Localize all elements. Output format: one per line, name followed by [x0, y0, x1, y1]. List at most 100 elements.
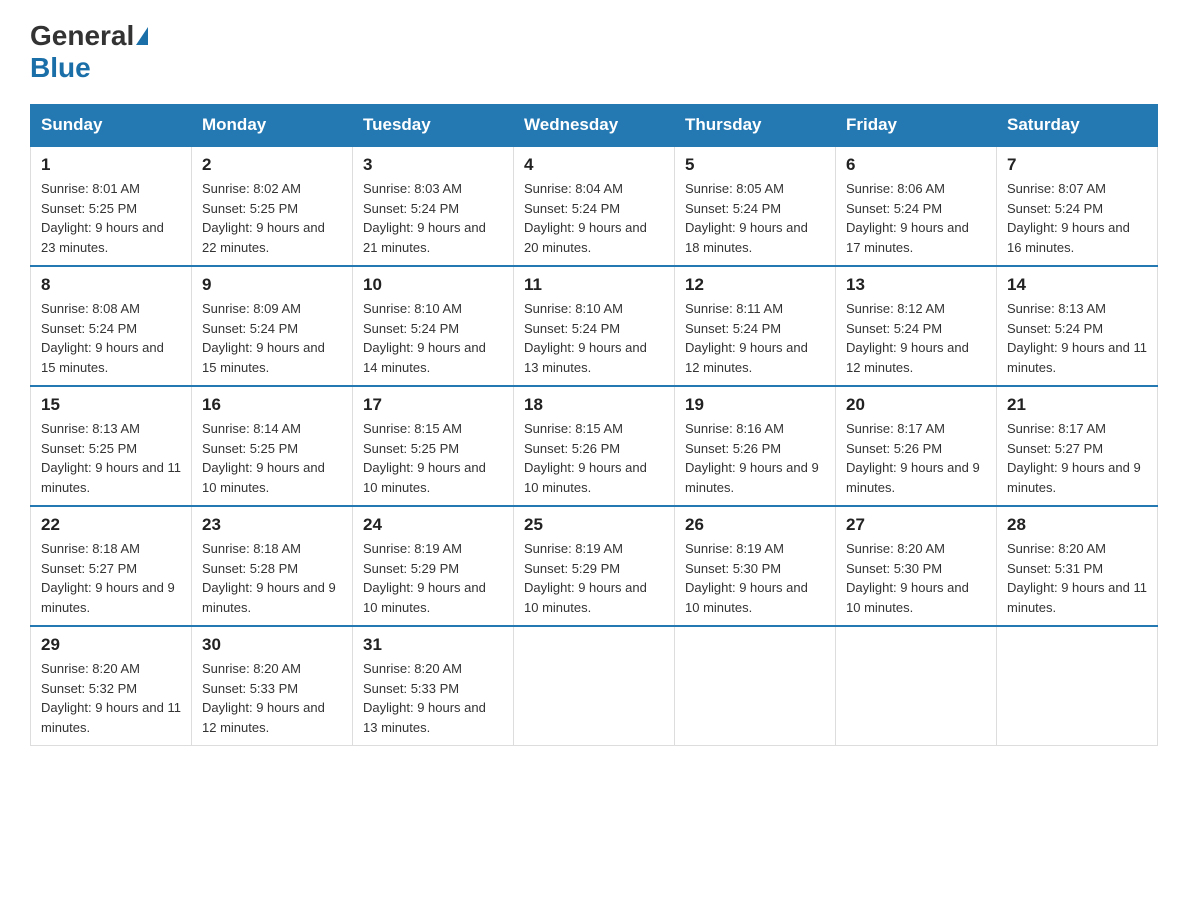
day-number: 12 [685, 275, 825, 295]
day-number: 22 [41, 515, 181, 535]
day-number: 1 [41, 155, 181, 175]
day-info: Sunrise: 8:06 AMSunset: 5:24 PMDaylight:… [846, 181, 969, 255]
day-of-week-header: Friday [836, 105, 997, 147]
day-number: 29 [41, 635, 181, 655]
logo: General Blue [30, 20, 148, 84]
calendar-day-cell [997, 626, 1158, 746]
day-of-week-header: Wednesday [514, 105, 675, 147]
day-info: Sunrise: 8:11 AMSunset: 5:24 PMDaylight:… [685, 301, 808, 375]
day-info: Sunrise: 8:10 AMSunset: 5:24 PMDaylight:… [363, 301, 486, 375]
calendar-day-cell: 6 Sunrise: 8:06 AMSunset: 5:24 PMDayligh… [836, 146, 997, 266]
calendar-day-cell: 26 Sunrise: 8:19 AMSunset: 5:30 PMDaylig… [675, 506, 836, 626]
day-number: 27 [846, 515, 986, 535]
calendar-day-cell: 5 Sunrise: 8:05 AMSunset: 5:24 PMDayligh… [675, 146, 836, 266]
days-of-week-row: SundayMondayTuesdayWednesdayThursdayFrid… [31, 105, 1158, 147]
day-number: 10 [363, 275, 503, 295]
day-number: 6 [846, 155, 986, 175]
calendar-day-cell: 25 Sunrise: 8:19 AMSunset: 5:29 PMDaylig… [514, 506, 675, 626]
day-info: Sunrise: 8:20 AMSunset: 5:33 PMDaylight:… [363, 661, 486, 735]
day-number: 28 [1007, 515, 1147, 535]
day-info: Sunrise: 8:20 AMSunset: 5:30 PMDaylight:… [846, 541, 969, 615]
day-of-week-header: Thursday [675, 105, 836, 147]
day-info: Sunrise: 8:09 AMSunset: 5:24 PMDaylight:… [202, 301, 325, 375]
calendar-day-cell: 9 Sunrise: 8:09 AMSunset: 5:24 PMDayligh… [192, 266, 353, 386]
day-number: 4 [524, 155, 664, 175]
day-of-week-header: Tuesday [353, 105, 514, 147]
calendar-day-cell: 13 Sunrise: 8:12 AMSunset: 5:24 PMDaylig… [836, 266, 997, 386]
calendar-day-cell: 27 Sunrise: 8:20 AMSunset: 5:30 PMDaylig… [836, 506, 997, 626]
day-info: Sunrise: 8:10 AMSunset: 5:24 PMDaylight:… [524, 301, 647, 375]
day-info: Sunrise: 8:12 AMSunset: 5:24 PMDaylight:… [846, 301, 969, 375]
day-info: Sunrise: 8:05 AMSunset: 5:24 PMDaylight:… [685, 181, 808, 255]
day-info: Sunrise: 8:07 AMSunset: 5:24 PMDaylight:… [1007, 181, 1130, 255]
calendar-day-cell: 29 Sunrise: 8:20 AMSunset: 5:32 PMDaylig… [31, 626, 192, 746]
calendar-day-cell: 15 Sunrise: 8:13 AMSunset: 5:25 PMDaylig… [31, 386, 192, 506]
calendar-day-cell: 4 Sunrise: 8:04 AMSunset: 5:24 PMDayligh… [514, 146, 675, 266]
day-number: 19 [685, 395, 825, 415]
day-number: 20 [846, 395, 986, 415]
day-info: Sunrise: 8:19 AMSunset: 5:29 PMDaylight:… [524, 541, 647, 615]
calendar-day-cell: 19 Sunrise: 8:16 AMSunset: 5:26 PMDaylig… [675, 386, 836, 506]
day-number: 8 [41, 275, 181, 295]
day-info: Sunrise: 8:15 AMSunset: 5:26 PMDaylight:… [524, 421, 647, 495]
calendar-week-row: 1 Sunrise: 8:01 AMSunset: 5:25 PMDayligh… [31, 146, 1158, 266]
day-info: Sunrise: 8:01 AMSunset: 5:25 PMDaylight:… [41, 181, 164, 255]
day-info: Sunrise: 8:20 AMSunset: 5:33 PMDaylight:… [202, 661, 325, 735]
logo-blue-text: Blue [30, 52, 91, 84]
day-number: 24 [363, 515, 503, 535]
day-number: 26 [685, 515, 825, 535]
day-info: Sunrise: 8:18 AMSunset: 5:27 PMDaylight:… [41, 541, 175, 615]
day-number: 16 [202, 395, 342, 415]
calendar-day-cell: 7 Sunrise: 8:07 AMSunset: 5:24 PMDayligh… [997, 146, 1158, 266]
day-info: Sunrise: 8:02 AMSunset: 5:25 PMDaylight:… [202, 181, 325, 255]
day-info: Sunrise: 8:20 AMSunset: 5:32 PMDaylight:… [41, 661, 181, 735]
calendar-week-row: 29 Sunrise: 8:20 AMSunset: 5:32 PMDaylig… [31, 626, 1158, 746]
day-number: 13 [846, 275, 986, 295]
day-number: 25 [524, 515, 664, 535]
day-number: 2 [202, 155, 342, 175]
calendar-day-cell: 8 Sunrise: 8:08 AMSunset: 5:24 PMDayligh… [31, 266, 192, 386]
calendar-day-cell: 31 Sunrise: 8:20 AMSunset: 5:33 PMDaylig… [353, 626, 514, 746]
calendar-day-cell: 23 Sunrise: 8:18 AMSunset: 5:28 PMDaylig… [192, 506, 353, 626]
day-number: 11 [524, 275, 664, 295]
day-info: Sunrise: 8:13 AMSunset: 5:24 PMDaylight:… [1007, 301, 1147, 375]
day-info: Sunrise: 8:17 AMSunset: 5:26 PMDaylight:… [846, 421, 980, 495]
day-of-week-header: Monday [192, 105, 353, 147]
calendar-day-cell [514, 626, 675, 746]
calendar-day-cell: 2 Sunrise: 8:02 AMSunset: 5:25 PMDayligh… [192, 146, 353, 266]
day-info: Sunrise: 8:19 AMSunset: 5:29 PMDaylight:… [363, 541, 486, 615]
day-info: Sunrise: 8:14 AMSunset: 5:25 PMDaylight:… [202, 421, 325, 495]
calendar-week-row: 22 Sunrise: 8:18 AMSunset: 5:27 PMDaylig… [31, 506, 1158, 626]
day-info: Sunrise: 8:03 AMSunset: 5:24 PMDaylight:… [363, 181, 486, 255]
day-number: 30 [202, 635, 342, 655]
calendar-day-cell [836, 626, 997, 746]
calendar-day-cell: 10 Sunrise: 8:10 AMSunset: 5:24 PMDaylig… [353, 266, 514, 386]
logo-general-text: General [30, 20, 134, 52]
day-number: 21 [1007, 395, 1147, 415]
calendar-table: SundayMondayTuesdayWednesdayThursdayFrid… [30, 104, 1158, 746]
calendar-day-cell: 1 Sunrise: 8:01 AMSunset: 5:25 PMDayligh… [31, 146, 192, 266]
day-info: Sunrise: 8:16 AMSunset: 5:26 PMDaylight:… [685, 421, 819, 495]
day-info: Sunrise: 8:13 AMSunset: 5:25 PMDaylight:… [41, 421, 181, 495]
day-info: Sunrise: 8:04 AMSunset: 5:24 PMDaylight:… [524, 181, 647, 255]
day-of-week-header: Sunday [31, 105, 192, 147]
calendar-day-cell: 3 Sunrise: 8:03 AMSunset: 5:24 PMDayligh… [353, 146, 514, 266]
day-number: 14 [1007, 275, 1147, 295]
calendar-week-row: 8 Sunrise: 8:08 AMSunset: 5:24 PMDayligh… [31, 266, 1158, 386]
calendar-day-cell: 28 Sunrise: 8:20 AMSunset: 5:31 PMDaylig… [997, 506, 1158, 626]
day-info: Sunrise: 8:19 AMSunset: 5:30 PMDaylight:… [685, 541, 808, 615]
calendar-day-cell: 16 Sunrise: 8:14 AMSunset: 5:25 PMDaylig… [192, 386, 353, 506]
day-number: 31 [363, 635, 503, 655]
day-info: Sunrise: 8:17 AMSunset: 5:27 PMDaylight:… [1007, 421, 1141, 495]
day-number: 17 [363, 395, 503, 415]
day-of-week-header: Saturday [997, 105, 1158, 147]
day-number: 18 [524, 395, 664, 415]
calendar-day-cell: 30 Sunrise: 8:20 AMSunset: 5:33 PMDaylig… [192, 626, 353, 746]
day-info: Sunrise: 8:08 AMSunset: 5:24 PMDaylight:… [41, 301, 164, 375]
calendar-day-cell: 14 Sunrise: 8:13 AMSunset: 5:24 PMDaylig… [997, 266, 1158, 386]
day-info: Sunrise: 8:18 AMSunset: 5:28 PMDaylight:… [202, 541, 336, 615]
day-number: 9 [202, 275, 342, 295]
day-number: 3 [363, 155, 503, 175]
calendar-day-cell: 12 Sunrise: 8:11 AMSunset: 5:24 PMDaylig… [675, 266, 836, 386]
calendar-day-cell [675, 626, 836, 746]
